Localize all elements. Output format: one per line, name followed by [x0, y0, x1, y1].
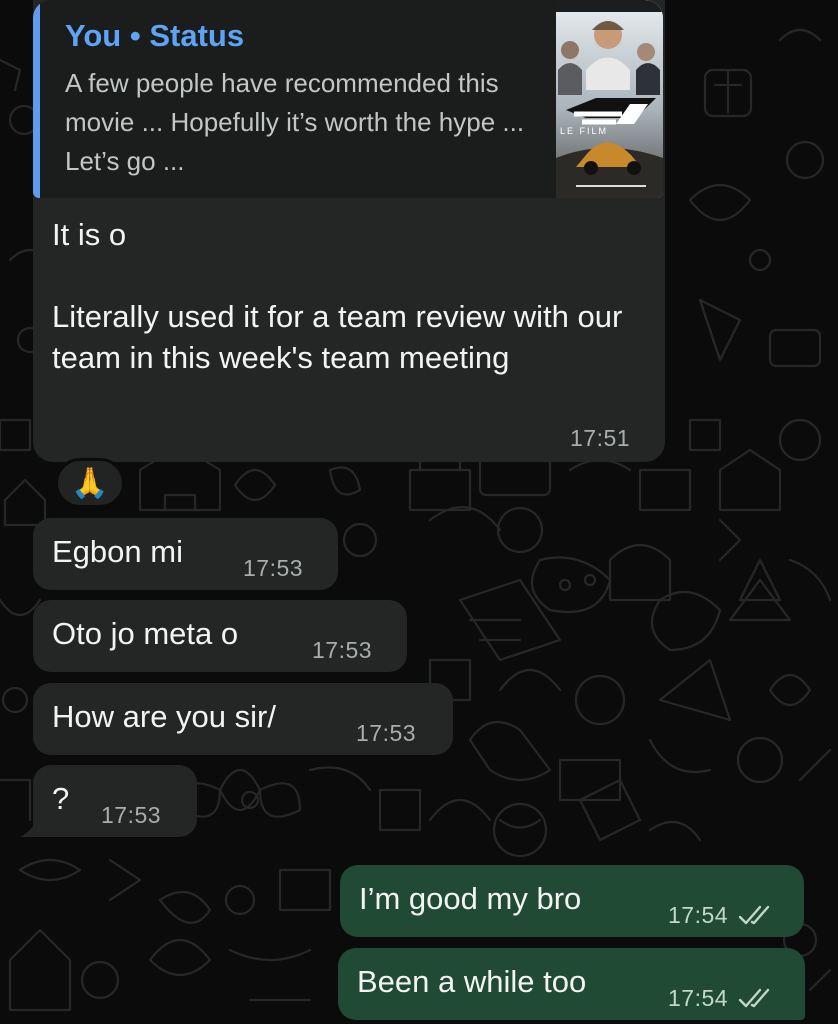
praying-hands-emoji: 🙏 — [71, 466, 109, 500]
message-time: 17:53 — [312, 637, 373, 663]
quoted-status-preview[interactable]: You • Status A few people have recommend… — [33, 0, 663, 198]
incoming-message-bubble[interactable]: Oto jo meta o 17:53 — [33, 600, 407, 672]
message-text: How are you sir/ — [52, 699, 276, 734]
outgoing-message-bubble-with-tail[interactable]: Been a while too 17:54 — [338, 948, 805, 1020]
outgoing-message-bubble[interactable]: I’m good my bro 17:54 — [340, 865, 804, 937]
message-text: Oto jo meta o — [52, 616, 239, 651]
message-time: 17:54 — [668, 902, 729, 928]
message-text: It is o Literally used it for a team rev… — [52, 217, 623, 375]
message-text: Egbon mi — [52, 534, 183, 569]
read-double-tick-icon — [738, 988, 770, 1008]
incoming-message-bubble-with-tail[interactable]: ? 17:53 — [33, 765, 197, 837]
message-time: 17:54 — [668, 985, 729, 1011]
message-reply-bubble[interactable]: You • Status A few people have recommend… — [33, 0, 665, 462]
incoming-message-bubble[interactable]: Egbon mi 17:53 — [33, 518, 338, 590]
movie-poster-thumbnail: LE FILM — [556, 0, 663, 198]
message-time: 17:53 — [243, 555, 304, 581]
message-text: Been a while too — [357, 964, 587, 999]
message-time: 17:51 — [570, 425, 631, 451]
quote-author: You • Status — [65, 18, 245, 53]
read-double-tick-icon — [738, 905, 770, 925]
message-time: 17:53 — [356, 720, 417, 746]
message-text: I’m good my bro — [359, 881, 582, 916]
quote-accent-bar — [33, 0, 40, 198]
quote-text: A few people have recommended this movie… — [65, 68, 525, 176]
message-text: ? — [52, 781, 70, 816]
poster-caption: LE FILM — [560, 126, 609, 136]
bubble-tail — [20, 818, 38, 837]
poster-artwork — [556, 0, 663, 198]
message-time: 17:53 — [101, 802, 162, 828]
incoming-message-bubble[interactable]: How are you sir/ 17:53 — [33, 683, 453, 755]
reaction-badge[interactable]: 🙏 — [55, 458, 125, 508]
